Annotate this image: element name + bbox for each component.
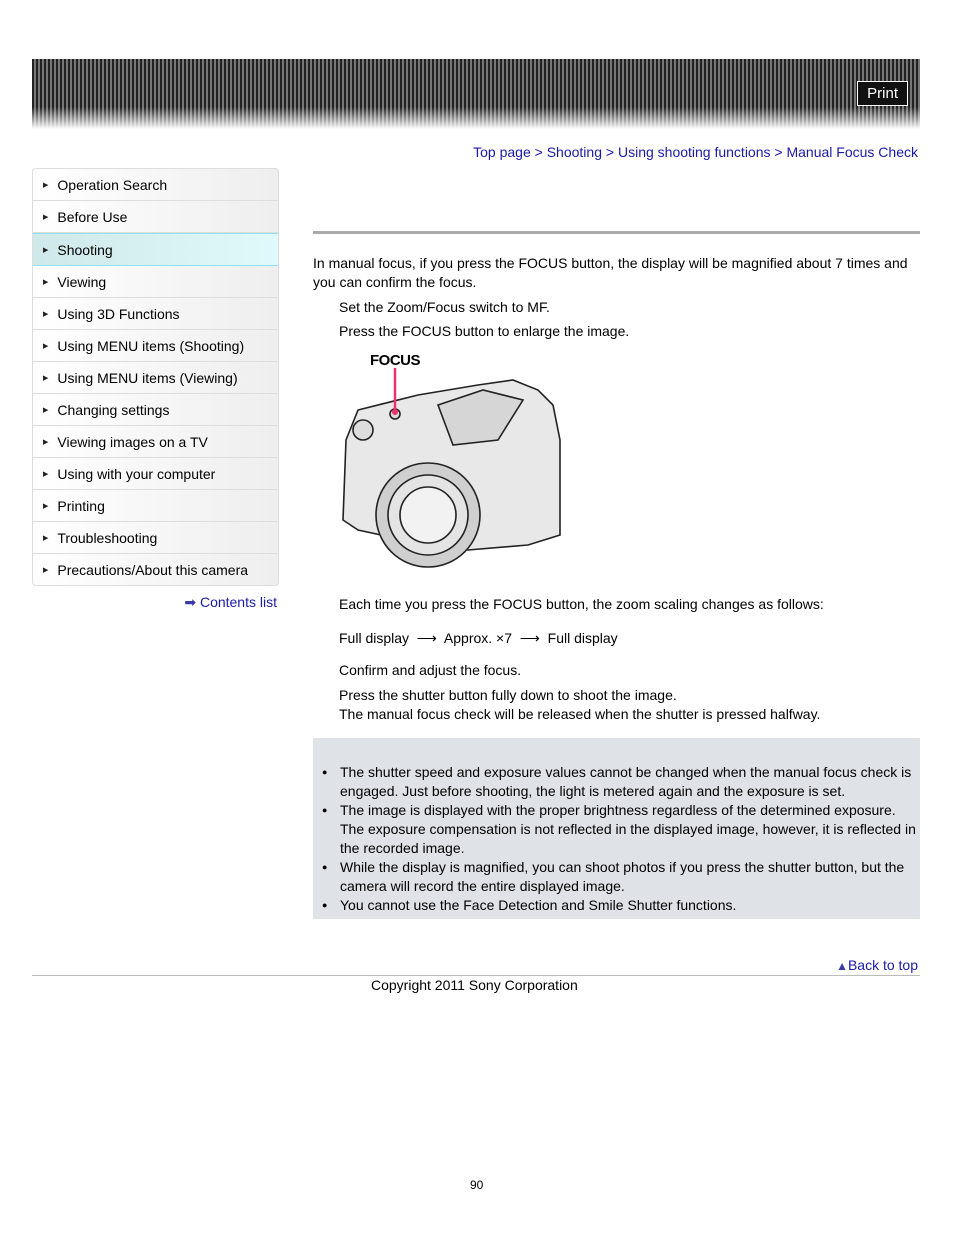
sidebar-item[interactable]: ▶ Precautions/About this camera [33,554,278,585]
sep: > [770,144,787,160]
triangle-up-icon: ▲ [836,959,848,973]
sidebar-item[interactable]: ▶ Using MENU items (Shooting) [33,330,278,362]
arrow-icon: ⟶ [515,630,544,646]
triangle-right-icon: ▶ [43,246,49,254]
sidebar-item-label: Using with your computer [57,465,216,482]
sidebar-item-label: Using 3D Functions [57,305,180,322]
sep: > [530,144,547,160]
note-item: You cannot use the Face Detection and Sm… [322,896,918,915]
note-item: While the display is magnified, you can … [322,858,918,896]
sequence-item: Full display [547,630,618,646]
breadcrumb-top-page[interactable]: Top page [473,144,531,160]
sidebar-item[interactable]: ▶ Printing [33,490,278,522]
focus-label: FOCUS [370,352,421,369]
sidebar-item-label: Using MENU items (Shooting) [57,337,245,354]
sidebar-item-label: Precautions/About this camera [57,561,249,578]
breadcrumb-using-shooting-functions[interactable]: Using shooting functions [618,144,771,160]
breadcrumb: Top page > Shooting > Using shooting fun… [473,144,918,160]
sidebar-item[interactable]: ▶ Changing settings [33,394,278,426]
notes-box: The shutter speed and exposure values ca… [313,738,920,919]
header-banner: Print [32,59,920,129]
camera-illustration: FOCUS [338,350,568,575]
camera-icon [342,368,561,568]
triangle-right-icon: ▶ [43,278,49,286]
sidebar-item-label: Using MENU items (Viewing) [57,369,238,386]
sidebar-item[interactable]: ▶ Operation Search [33,169,278,201]
sequence-item: Approx. ×7 [443,630,513,646]
page-number: 90 [470,1178,484,1192]
triangle-right-icon: ▶ [43,470,49,478]
step-1: Set the Zoom/Focus switch to MF. [339,299,550,315]
triangle-right-icon: ▶ [43,438,49,446]
step-4: Press the shutter button fully down to s… [339,687,677,703]
sidebar-item-label: Changing settings [57,401,170,418]
sidebar-item[interactable]: ▶ Viewing [33,266,278,298]
sidebar-item-label: Operation Search [57,176,168,193]
arrow-right-icon: ➡ [184,594,197,610]
triangle-right-icon: ▶ [43,566,49,574]
triangle-right-icon: ▶ [43,342,49,350]
step-4-note: The manual focus check will be released … [339,706,821,722]
back-to-top-label: Back to top [847,957,918,973]
zoom-sequence: Full display ⟶ Approx. ×7 ⟶ Full display [339,629,946,648]
sidebar-item-label: Shooting [57,241,113,258]
note-item: The image is displayed with the proper b… [322,801,918,858]
sidebar-item[interactable]: ▶ Troubleshooting [33,522,278,554]
title-rule [313,231,920,234]
sidebar-item[interactable]: ▶ Shooting [33,233,278,266]
sidebar-nav: ▶ Operation Search ▶ Before Use ▶ Shooting ▶ Vi… [32,168,279,586]
intro-text: In manual focus, if you press the FOCUS … [313,255,908,290]
contents-list-label: Contents list [199,594,277,610]
triangle-right-icon: ▶ [43,406,49,414]
step-2-note: Each time you press the FOCUS button, th… [339,596,824,612]
back-to-top-link[interactable]: ▲Back to top [836,957,918,973]
sidebar-item-label: Viewing images on a TV [57,433,208,450]
triangle-right-icon: ▶ [43,502,49,510]
breadcrumb-current[interactable]: Manual Focus Check [786,144,918,160]
sidebar-item-label: Troubleshooting [57,529,158,546]
sequence-item: Full display [339,630,410,646]
footer-divider [32,975,920,976]
sep: > [602,144,618,160]
contents-list-link[interactable]: ➡ Contents list [184,594,277,611]
sidebar-item[interactable]: ▶ Using with your computer [33,458,278,490]
triangle-right-icon: ▶ [43,534,49,542]
step-2: Press the FOCUS button to enlarge the im… [339,323,630,339]
note-item: The shutter speed and exposure values ca… [322,763,918,801]
sidebar-item-label: Before Use [57,208,128,225]
sidebar-item[interactable]: ▶ Using MENU items (Viewing) [33,362,278,394]
print-button[interactable]: Print [857,81,908,106]
triangle-right-icon: ▶ [43,374,49,382]
sidebar-item-label: Printing [57,497,105,514]
step-3: Confirm and adjust the focus. [339,662,522,678]
sidebar-item-label: Viewing [57,273,107,290]
triangle-right-icon: ▶ [43,181,49,189]
sidebar-item[interactable]: ▶ Using 3D Functions [33,298,278,330]
sidebar-item[interactable]: ▶ Before Use [33,201,278,233]
arrow-icon: ⟶ [412,630,441,646]
sidebar-item[interactable]: ▶ Viewing images on a TV [33,426,278,458]
breadcrumb-shooting[interactable]: Shooting [547,144,602,160]
triangle-right-icon: ▶ [43,310,49,318]
copyright: Copyright 2011 Sony Corporation [371,977,578,993]
triangle-right-icon: ▶ [43,213,49,221]
